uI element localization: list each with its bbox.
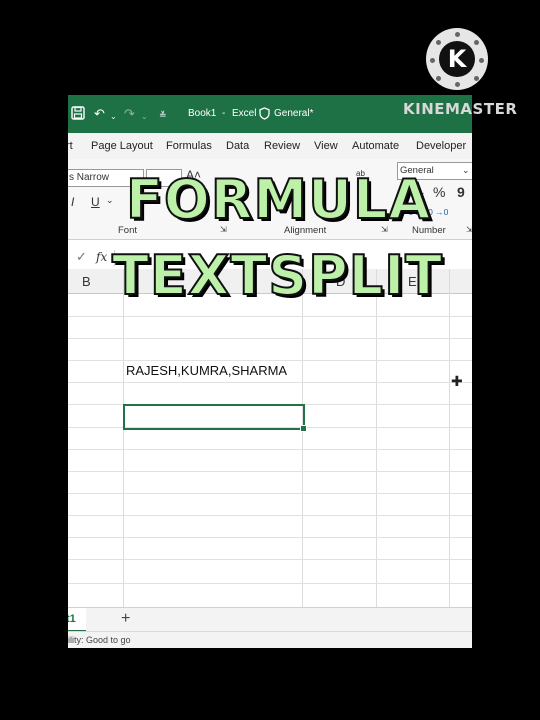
grid-line bbox=[68, 382, 472, 383]
tab-review[interactable]: Review bbox=[264, 140, 300, 152]
comma-style-button[interactable]: 9 bbox=[457, 184, 465, 200]
cell-c-text[interactable]: RAJESH,KUMRA,SHARMA bbox=[126, 363, 287, 378]
tab-developer[interactable]: Developer bbox=[416, 140, 466, 152]
tab-page-layout[interactable]: Page Layout bbox=[91, 140, 153, 152]
grid-line bbox=[123, 269, 124, 607]
selected-cell[interactable] bbox=[123, 404, 307, 432]
grid-line bbox=[68, 493, 472, 494]
tab-automate[interactable]: Automate bbox=[352, 140, 399, 152]
grid-line bbox=[376, 269, 377, 607]
redo-icon[interactable]: ↷ bbox=[124, 106, 135, 122]
sheet-tab-active[interactable]: t1 bbox=[68, 608, 86, 632]
grid-line bbox=[68, 515, 472, 516]
grid-line bbox=[68, 316, 472, 317]
underline-button[interactable]: U bbox=[91, 195, 100, 209]
save-icon[interactable] bbox=[71, 106, 85, 124]
logo-letter: K bbox=[439, 41, 475, 77]
sensitivity-label[interactable]: General* bbox=[274, 108, 313, 120]
status-bar: ility: Good to go bbox=[68, 631, 472, 648]
logo-dot bbox=[455, 32, 460, 37]
logo-dot bbox=[455, 82, 460, 87]
logo-dot bbox=[436, 76, 441, 81]
logo-dot bbox=[474, 76, 479, 81]
shield-icon[interactable] bbox=[259, 107, 270, 124]
italic-button[interactable]: I bbox=[71, 195, 74, 209]
grid-line bbox=[68, 583, 472, 584]
grid-line bbox=[68, 559, 472, 560]
overlay-title-textsplit: TEXTSPLIT bbox=[111, 243, 443, 308]
logo-dot bbox=[474, 40, 479, 45]
fill-handle[interactable] bbox=[300, 425, 307, 432]
sheet-tab-bar: t1 + bbox=[68, 607, 472, 632]
chevron-down-icon: ⌄ bbox=[462, 165, 470, 175]
cursor-cross-icon: ✚ bbox=[451, 373, 463, 389]
tab-data[interactable]: Data bbox=[226, 140, 249, 152]
grid-line bbox=[68, 449, 472, 450]
accessibility-status[interactable]: ility: Good to go bbox=[68, 635, 131, 645]
sheet-tab-label: t1 bbox=[68, 613, 76, 625]
overlay-title-formula: FORMULA bbox=[125, 167, 432, 232]
customize-toolbar-icon[interactable]: ≚ bbox=[159, 107, 167, 123]
workbook-name[interactable]: Book1 bbox=[188, 108, 216, 120]
font-name-value: s Narrow bbox=[69, 172, 110, 183]
grid-line bbox=[68, 471, 472, 472]
grid-line bbox=[68, 360, 472, 361]
chevron-down-icon[interactable]: ⌄ bbox=[141, 109, 148, 125]
chevron-down-icon[interactable]: ⌄ bbox=[106, 195, 114, 206]
dialog-launcher-icon[interactable]: ⇲ bbox=[466, 225, 472, 234]
tab-view[interactable]: View bbox=[314, 140, 338, 152]
logo-dot bbox=[479, 58, 484, 63]
grid-line bbox=[302, 269, 303, 607]
grid-line bbox=[68, 537, 472, 538]
title-separator: - bbox=[222, 108, 226, 119]
grid-line bbox=[68, 338, 472, 339]
undo-icon[interactable]: ↶ bbox=[94, 106, 105, 122]
kinemaster-logo-icon: K bbox=[426, 28, 488, 90]
add-sheet-button[interactable]: + bbox=[121, 610, 130, 628]
logo-dot bbox=[436, 40, 441, 45]
insert-function-button[interactable]: fx bbox=[96, 250, 107, 264]
tab-insert[interactable]: rt bbox=[68, 140, 73, 152]
logo-dot bbox=[430, 58, 435, 63]
chevron-down-icon[interactable]: ⌄ bbox=[110, 109, 117, 125]
grid-line bbox=[449, 269, 450, 607]
ribbon-tabs: rt Page Layout Formulas Data Review View… bbox=[68, 133, 472, 160]
column-header-b[interactable]: B bbox=[82, 274, 91, 289]
enter-check-icon[interactable]: ✓ bbox=[76, 249, 87, 265]
kinemaster-wordmark: KINEMASTER bbox=[403, 100, 518, 118]
percent-button[interactable]: % bbox=[433, 184, 445, 200]
tab-formulas[interactable]: Formulas bbox=[166, 140, 212, 152]
app-name: Excel bbox=[232, 108, 257, 119]
